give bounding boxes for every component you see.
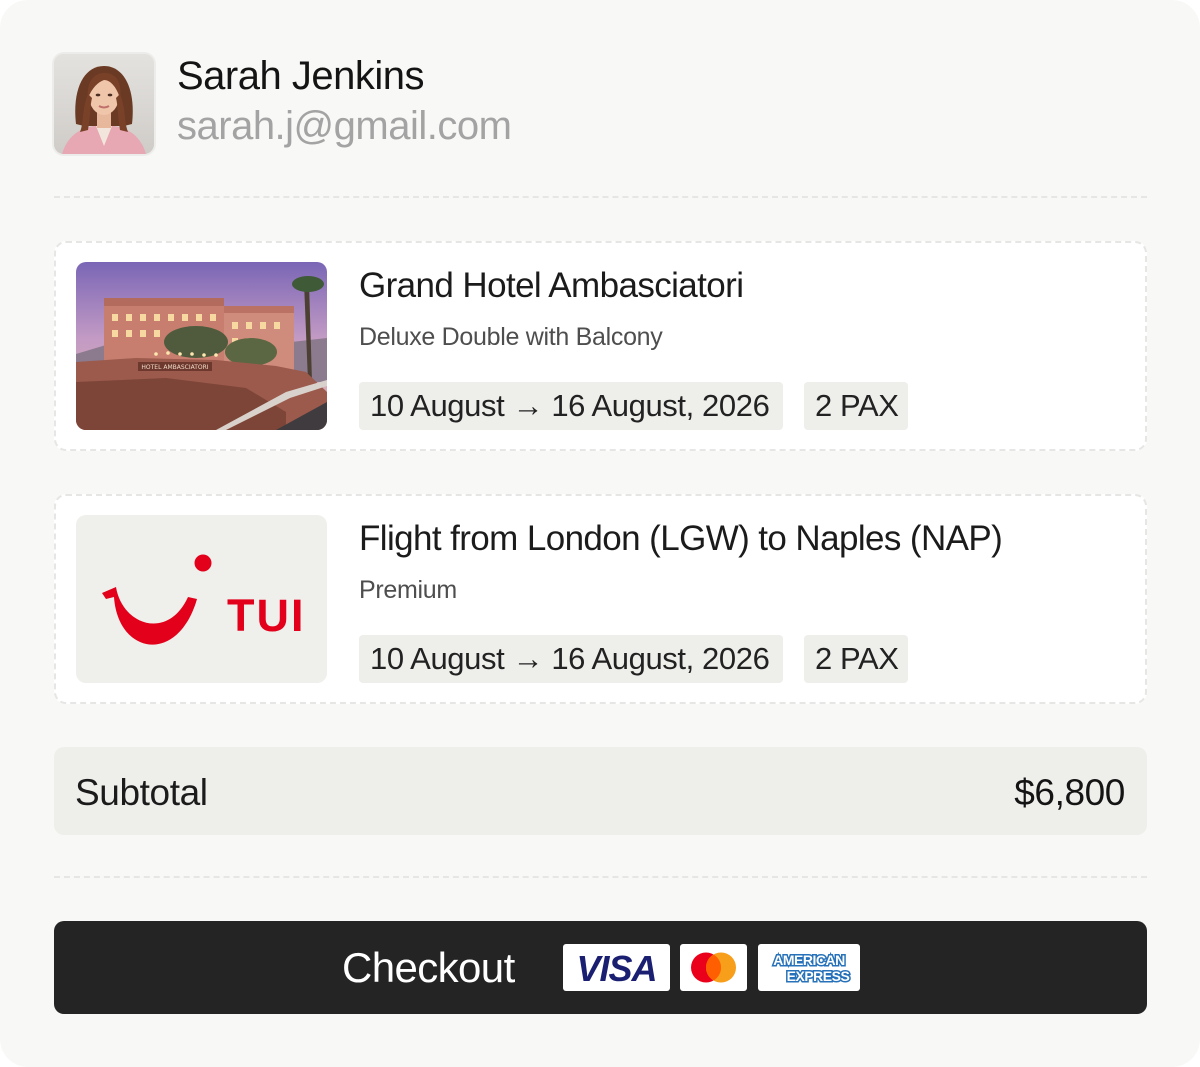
user-email: sarah.j@gmail.com bbox=[177, 104, 512, 148]
hotel-photo: HOTEL AMBASCIATORI bbox=[76, 262, 327, 430]
booking-item-hotel[interactable]: HOTEL AMBASCIATORI Grand Hotel Ambasciat… bbox=[54, 241, 1147, 451]
svg-text:AMERICAN: AMERICAN bbox=[773, 952, 845, 968]
divider bbox=[54, 196, 1147, 198]
subtotal-label: Subtotal bbox=[75, 772, 208, 813]
hotel-sign-text: HOTEL AMBASCIATORI bbox=[141, 364, 208, 371]
tui-logo: TUI bbox=[76, 515, 327, 683]
subtotal-value: $6,800 bbox=[1014, 772, 1125, 813]
date-range-chip: 10 August → 16 August, 2026 bbox=[359, 635, 783, 683]
booking-title: Grand Hotel Ambasciatori bbox=[359, 266, 744, 305]
divider bbox=[54, 876, 1147, 878]
avatar bbox=[54, 54, 154, 154]
pax-chip: 2 PAX bbox=[804, 382, 908, 430]
booking-subtitle: Deluxe Double with Balcony bbox=[359, 323, 663, 351]
user-profile: Sarah Jenkins sarah.j@gmail.com bbox=[54, 51, 512, 154]
booking-subtitle: Premium bbox=[359, 576, 457, 604]
booking-title: Flight from London (LGW) to Naples (NAP) bbox=[359, 519, 1003, 558]
amex-icon: AMERICAN EXPRESS bbox=[758, 944, 860, 991]
checkout-label: Checkout bbox=[342, 944, 515, 991]
profile-text: Sarah Jenkins sarah.j@gmail.com bbox=[177, 51, 512, 151]
svg-text:EXPRESS: EXPRESS bbox=[787, 968, 850, 984]
date-range-chip: 10 August → 16 August, 2026 bbox=[359, 382, 783, 430]
pax-chip: 2 PAX bbox=[804, 635, 908, 683]
checkout-summary-card: Sarah Jenkins sarah.j@gmail.com HOTEL AM… bbox=[0, 0, 1200, 1067]
user-name: Sarah Jenkins bbox=[177, 54, 424, 98]
checkout-button[interactable]: Checkout VISA AMERICAN EXPRESS bbox=[54, 921, 1147, 1014]
subtotal-row: Subtotal $6,800 bbox=[54, 747, 1147, 835]
visa-icon: VISA bbox=[563, 944, 670, 991]
visa-text: VISA bbox=[576, 948, 656, 989]
tui-logo-text: TUI bbox=[227, 590, 306, 641]
booking-item-flight[interactable]: TUI Flight from London (LGW) to Naples (… bbox=[54, 494, 1147, 704]
mastercard-icon bbox=[680, 944, 747, 991]
